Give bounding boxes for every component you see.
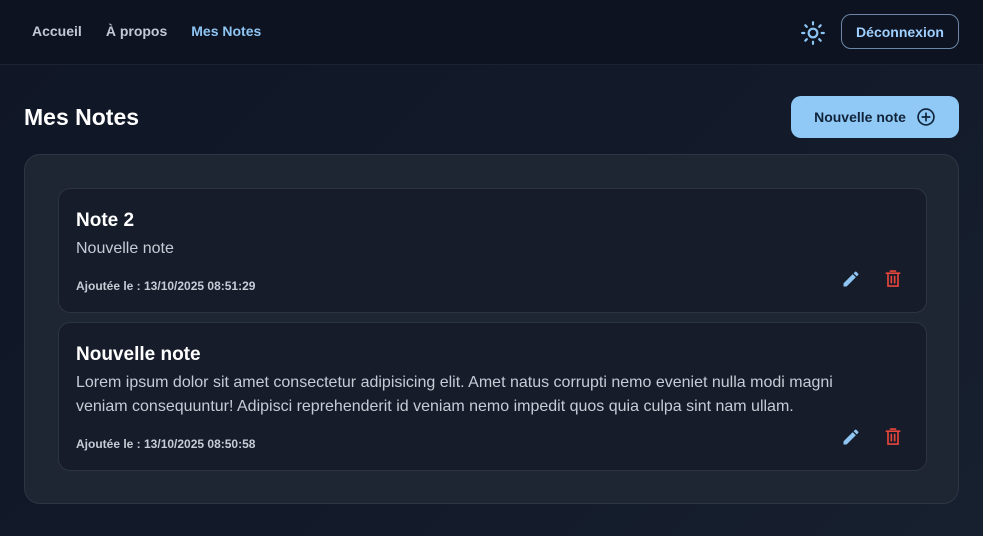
top-navbar: Accueil À propos Mes Notes Déconnexion: [0, 0, 983, 65]
nav-link-accueil[interactable]: Accueil: [32, 23, 82, 39]
note-title: Note 2: [76, 210, 135, 231]
new-note-label: Nouvelle note: [814, 109, 906, 125]
trash-icon: [885, 270, 901, 287]
edit-note-button[interactable]: [840, 268, 862, 290]
plus-circle-icon: [917, 108, 935, 126]
note-body: Lorem ipsum dolor sit amet consectetur a…: [76, 374, 833, 415]
delete-note-button[interactable]: [882, 426, 904, 448]
note-title: Nouvelle note: [76, 344, 201, 365]
note-date: Ajoutée le : 13/10/2025 08:50:58: [76, 437, 256, 451]
nav-link-mes-notes[interactable]: Mes Notes: [191, 23, 261, 39]
main-nav: Accueil À propos Mes Notes: [32, 0, 261, 62]
nav-link-a-propos[interactable]: À propos: [106, 23, 167, 39]
note-date: Ajoutée le : 13/10/2025 08:51:29: [76, 279, 256, 293]
notes-panel: Note 2 Nouvelle note Ajoutée le : 13/10/…: [24, 154, 959, 504]
trash-icon: [885, 428, 901, 445]
new-note-button[interactable]: Nouvelle note: [791, 96, 959, 138]
logout-button[interactable]: Déconnexion: [841, 14, 959, 49]
pencil-icon: [843, 429, 859, 445]
page-title: Mes Notes: [24, 104, 140, 130]
theme-toggle-button[interactable]: [800, 20, 826, 46]
note-card: Nouvelle note Lorem ipsum dolor sit amet…: [58, 322, 927, 471]
pencil-icon: [843, 271, 859, 287]
note-body: Nouvelle note: [76, 240, 174, 257]
sun-icon: [801, 21, 825, 45]
edit-note-button[interactable]: [840, 426, 862, 448]
delete-note-button[interactable]: [882, 268, 904, 290]
note-card: Note 2 Nouvelle note Ajoutée le : 13/10/…: [58, 188, 927, 313]
